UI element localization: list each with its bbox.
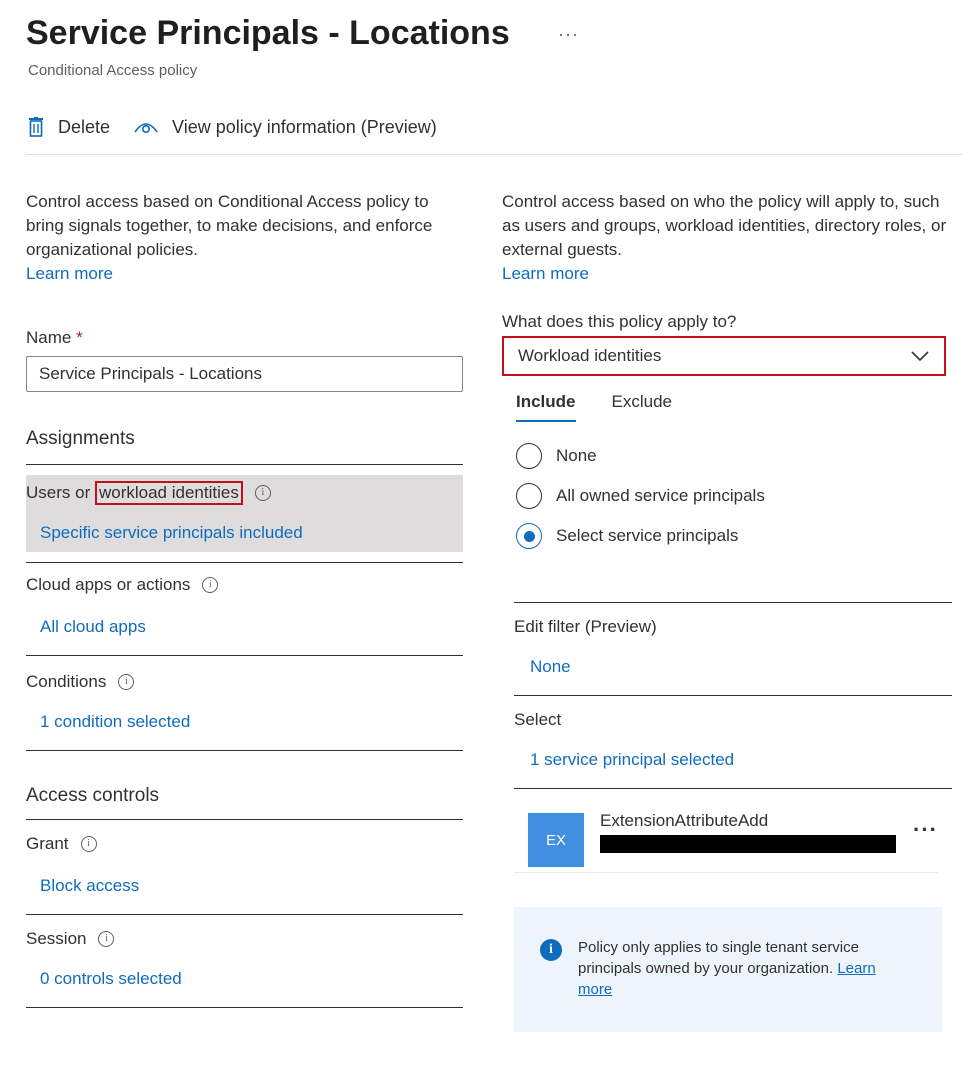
info-icon[interactable]: i	[202, 577, 219, 593]
name-input[interactable]	[26, 356, 463, 392]
workload-identities-highlight: workload identities	[94, 481, 243, 505]
assignment-description: Control access based on who the policy w…	[502, 192, 947, 283]
grant-label: Grant i	[26, 834, 466, 854]
radio-button[interactable]	[516, 443, 542, 469]
more-icon[interactable]: ···	[913, 817, 938, 843]
assignment-detail-column: Control access based on who the policy w…	[502, 190, 952, 1032]
session-label: Session i	[26, 929, 466, 949]
service-principal-name: ExtensionAttributeAdd	[600, 811, 769, 830]
redacted-id	[600, 835, 896, 853]
conditions-label: Conditions i	[26, 672, 466, 692]
include-exclude-tabs: Include Exclude	[516, 392, 948, 422]
divider	[514, 788, 952, 789]
divider	[514, 602, 952, 603]
radio-select-service-principals[interactable]: Select service principals	[516, 516, 948, 556]
divider	[26, 655, 463, 656]
select-label: Select	[514, 710, 562, 729]
tab-exclude[interactable]: Exclude	[612, 392, 672, 422]
apply-to-value: Workload identities	[518, 346, 662, 365]
divider	[26, 819, 463, 820]
name-label: Name *	[26, 328, 83, 347]
delete-button[interactable]: Delete	[28, 117, 110, 138]
cloud-apps-label: Cloud apps or actions i	[26, 575, 466, 595]
eye-icon	[134, 123, 158, 134]
include-radio-group: None All owned service principals Select…	[502, 436, 948, 556]
info-icon[interactable]: i	[254, 485, 271, 501]
select-value-link[interactable]: 1 service principal selected	[502, 750, 948, 770]
radio-dot	[523, 530, 535, 542]
access-controls-heading: Access controls	[26, 785, 160, 806]
assignments-heading: Assignments	[26, 428, 135, 449]
chevron-down-icon	[911, 351, 929, 362]
divider	[514, 695, 952, 696]
learn-more-link[interactable]: Learn more	[26, 264, 113, 283]
info-message-bar: i Policy only applies to single tenant s…	[514, 907, 942, 1032]
delete-icon	[29, 117, 43, 137]
radio-none[interactable]: None	[516, 436, 948, 476]
session-value-link[interactable]: 0 controls selected	[26, 969, 466, 989]
cloud-apps-value-link[interactable]: All cloud apps	[26, 617, 466, 637]
radio-button[interactable]	[516, 483, 542, 509]
users-workload-section[interactable]: Users or workload identities i Specific …	[26, 475, 463, 552]
info-icon: i	[540, 939, 562, 961]
service-principal-item[interactable]: EX ExtensionAttributeAdd ···	[514, 805, 938, 873]
edit-filter-value-link[interactable]: None	[502, 657, 948, 677]
view-policy-info-button[interactable]: View policy information (Preview)	[134, 117, 437, 138]
divider	[26, 914, 463, 915]
radio-button-selected[interactable]	[516, 523, 542, 549]
learn-more-link[interactable]: Learn more	[502, 264, 589, 283]
divider	[26, 750, 463, 751]
page-subtitle: Conditional Access policy	[28, 62, 198, 79]
users-workload-label: Users or workload identities i	[26, 481, 463, 505]
avatar: EX	[528, 813, 584, 867]
more-icon[interactable]: ···	[558, 24, 579, 45]
apply-to-label: What does this policy apply to?	[502, 312, 737, 331]
policy-description: Control access based on Conditional Acce…	[26, 192, 433, 283]
toolbar: Delete View policy information (Preview)	[28, 110, 461, 144]
users-value-link[interactable]: Specific service principals included	[26, 523, 463, 543]
tab-include[interactable]: Include	[516, 392, 576, 422]
info-icon[interactable]: i	[118, 674, 135, 690]
required-mark: *	[76, 328, 83, 347]
page-title: Service Principals - Locations	[26, 14, 510, 52]
conditions-value-link[interactable]: 1 condition selected	[26, 712, 466, 732]
toolbar-divider	[26, 154, 962, 155]
radio-all-owned[interactable]: All owned service principals	[516, 476, 948, 516]
delete-label: Delete	[58, 116, 111, 137]
info-icon[interactable]: i	[80, 836, 97, 852]
divider	[26, 562, 463, 563]
policy-settings-column: Control access based on Conditional Acce…	[26, 190, 466, 1008]
info-message: Policy only applies to single tenant ser…	[578, 939, 876, 998]
grant-value-link[interactable]: Block access	[26, 876, 466, 896]
view-info-label: View policy information (Preview)	[172, 116, 437, 137]
info-icon[interactable]: i	[98, 931, 115, 947]
edit-filter-label: Edit filter (Preview)	[514, 617, 657, 636]
divider	[26, 1007, 463, 1008]
divider	[26, 464, 463, 465]
apply-to-dropdown[interactable]: Workload identities	[502, 336, 946, 376]
